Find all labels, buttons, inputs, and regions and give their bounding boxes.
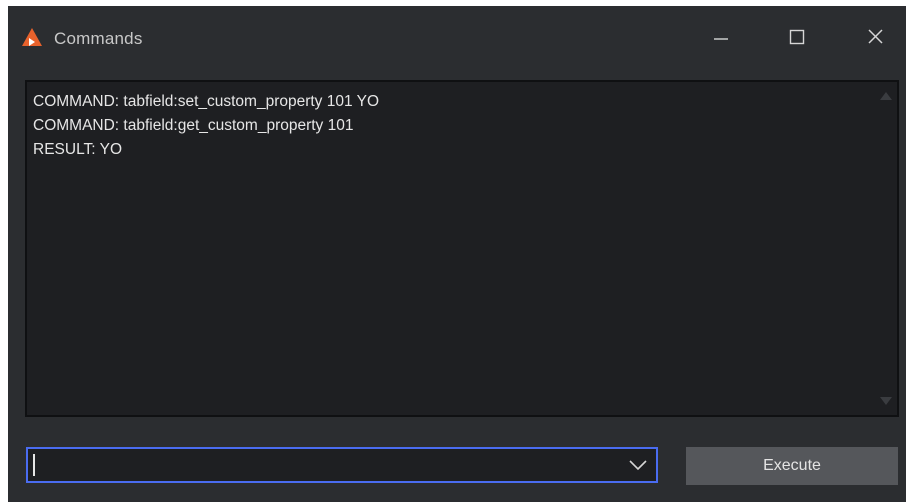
minimize-button[interactable] — [698, 20, 744, 56]
output-line: COMMAND: tabfield:get_custom_property 10… — [33, 117, 354, 134]
command-input[interactable] — [28, 449, 618, 481]
close-icon — [868, 29, 883, 44]
output-line: RESULT: YO — [33, 141, 123, 158]
chevron-down-icon[interactable] — [626, 455, 650, 475]
command-output-area[interactable]: COMMAND: tabfield:set_custom_property 10… — [25, 80, 899, 417]
title-bar[interactable]: Commands — [8, 6, 906, 68]
commands-window: Commands COMMAND: tabfield:set_custom_pr… — [8, 6, 906, 502]
app-logo-icon — [22, 28, 42, 46]
maximize-icon — [789, 29, 805, 45]
scroll-up-arrow-icon[interactable] — [880, 92, 892, 100]
scroll-down-arrow-icon[interactable] — [880, 397, 892, 405]
output-line: COMMAND: tabfield:set_custom_property 10… — [33, 93, 380, 110]
maximize-button[interactable] — [774, 20, 820, 56]
output-text: COMMAND: tabfield:set_custom_property 10… — [33, 90, 871, 162]
output-scrollbar[interactable] — [875, 82, 897, 415]
window-title: Commands — [54, 29, 143, 48]
execute-button[interactable]: Execute — [686, 447, 898, 485]
close-button[interactable] — [853, 20, 899, 56]
text-caret — [33, 454, 35, 476]
minimize-icon — [714, 38, 728, 40]
command-combobox[interactable] — [26, 447, 658, 483]
